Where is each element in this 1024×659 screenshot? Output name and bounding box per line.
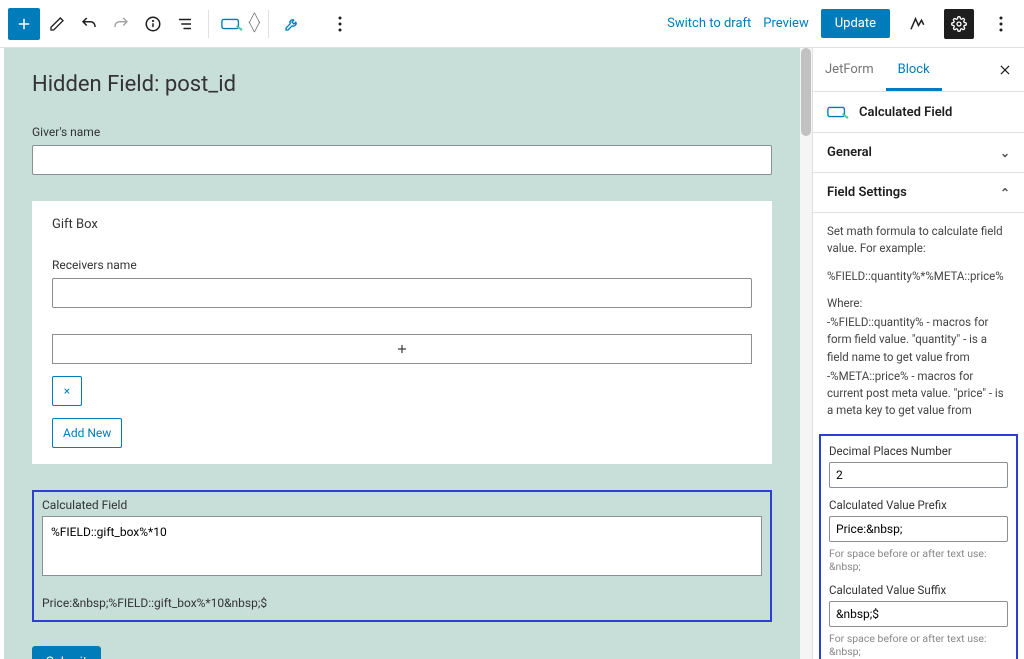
calculated-field-label: Calculated Field [42, 498, 762, 512]
chevron-down-icon: ╲╱ [249, 24, 260, 33]
form-block-icon[interactable] [217, 9, 247, 39]
suffix-input[interactable] [829, 601, 1008, 627]
block-title: Calculated Field [859, 105, 952, 120]
sidebar-tabs: JetForm Block [813, 48, 1024, 92]
block-header: Calculated Field [813, 92, 1024, 133]
edit-icon[interactable] [42, 9, 72, 39]
gift-box-title: Gift Box [52, 217, 752, 232]
info-icon[interactable] [138, 9, 168, 39]
close-sidebar-button[interactable] [986, 48, 1024, 91]
scrollbar-thumb[interactable] [801, 48, 811, 136]
settings-sidebar: JetForm Block Calculated Field General ⌄… [812, 48, 1024, 659]
submit-button[interactable]: Submit [32, 646, 101, 659]
suffix-help: For space before or after text use: &nbs… [829, 632, 1008, 658]
prefix-input[interactable] [829, 516, 1008, 542]
outline-icon[interactable] [170, 9, 200, 39]
tab-block[interactable]: Block [886, 48, 942, 91]
settings-icon[interactable] [944, 9, 974, 39]
field-settings-help: Set math formula to calculate field valu… [813, 213, 1024, 430]
decimal-places-input[interactable] [829, 462, 1008, 488]
top-toolbar: ╱╲ ╲╱ Switch to draft Preview Update [0, 0, 1024, 48]
calculated-field-output: Price:&nbsp;%FIELD::gift_box%*10&nbsp;$ [42, 596, 762, 610]
editor-canvas-wrap: Hidden Field: post_id Giver's name Gift … [0, 48, 812, 659]
receivers-name-input[interactable] [52, 278, 752, 308]
update-button[interactable]: Update [821, 9, 890, 38]
receivers-name-label: Receivers name [52, 258, 752, 272]
add-new-button[interactable]: Add New [52, 418, 122, 448]
help-where: Where: [827, 295, 1010, 312]
close-icon [998, 63, 1012, 77]
prefix-help: For space before or after text use: &nbs… [829, 547, 1008, 573]
calculated-field-textarea[interactable] [42, 516, 762, 576]
crocoblock-icon[interactable] [902, 9, 932, 39]
move-updown[interactable]: ╱╲ ╲╱ [249, 15, 260, 33]
section-general-label: General [827, 145, 872, 160]
add-block-icon[interactable] [8, 8, 40, 40]
field-settings-values: Decimal Places Number Calculated Value P… [819, 434, 1018, 659]
section-field-settings-label: Field Settings [827, 185, 907, 200]
givers-name-label: Giver's name [32, 125, 772, 139]
plus-icon [395, 342, 409, 356]
scrollbar-track[interactable] [800, 48, 812, 659]
workspace: Hidden Field: post_id Giver's name Gift … [0, 48, 1024, 659]
calculated-field-icon [827, 104, 849, 120]
calculated-field-block[interactable]: Calculated Field Price:&nbsp;%FIELD::gif… [32, 490, 772, 622]
prefix-label: Calculated Value Prefix [829, 498, 1008, 512]
toolbar-left: ╱╲ ╲╱ [8, 8, 355, 40]
separator [268, 10, 269, 38]
gift-box-group: Gift Box Receivers name × Add New [32, 201, 772, 464]
editor-canvas[interactable]: Hidden Field: post_id Giver's name Gift … [4, 48, 800, 659]
chevron-up-icon: ⌃ [1000, 186, 1010, 200]
tab-jetform[interactable]: JetForm [813, 48, 886, 91]
decimal-places-label: Decimal Places Number [829, 444, 1008, 458]
undo-icon[interactable] [74, 9, 104, 39]
toolbar-right: Switch to draft Preview Update [667, 9, 1016, 39]
add-inner-block-button[interactable] [52, 334, 752, 364]
preview-link[interactable]: Preview [763, 16, 808, 31]
page-title: Hidden Field: post_id [32, 72, 772, 97]
more-icon[interactable] [325, 9, 355, 39]
wrench-icon[interactable] [277, 9, 307, 39]
redo-icon[interactable] [106, 9, 136, 39]
suffix-label: Calculated Value Suffix [829, 583, 1008, 597]
separator [208, 10, 209, 38]
help-intro: Set math formula to calculate field valu… [827, 223, 1010, 258]
chevron-down-icon: ⌄ [1000, 146, 1010, 160]
remove-item-button[interactable]: × [52, 376, 82, 406]
section-field-settings[interactable]: Field Settings ⌃ [813, 173, 1024, 213]
switch-to-draft-link[interactable]: Switch to draft [667, 16, 751, 31]
section-general[interactable]: General ⌄ [813, 133, 1024, 173]
help-meta-macro: -%META::price% - macros for current post… [827, 368, 1010, 420]
help-field-macro: -%FIELD::quantity% - macros for form fie… [827, 314, 1010, 366]
help-example: %FIELD::quantity%*%META::price% [827, 268, 1010, 285]
more-options-icon[interactable] [986, 9, 1016, 39]
givers-name-input[interactable] [32, 145, 772, 175]
